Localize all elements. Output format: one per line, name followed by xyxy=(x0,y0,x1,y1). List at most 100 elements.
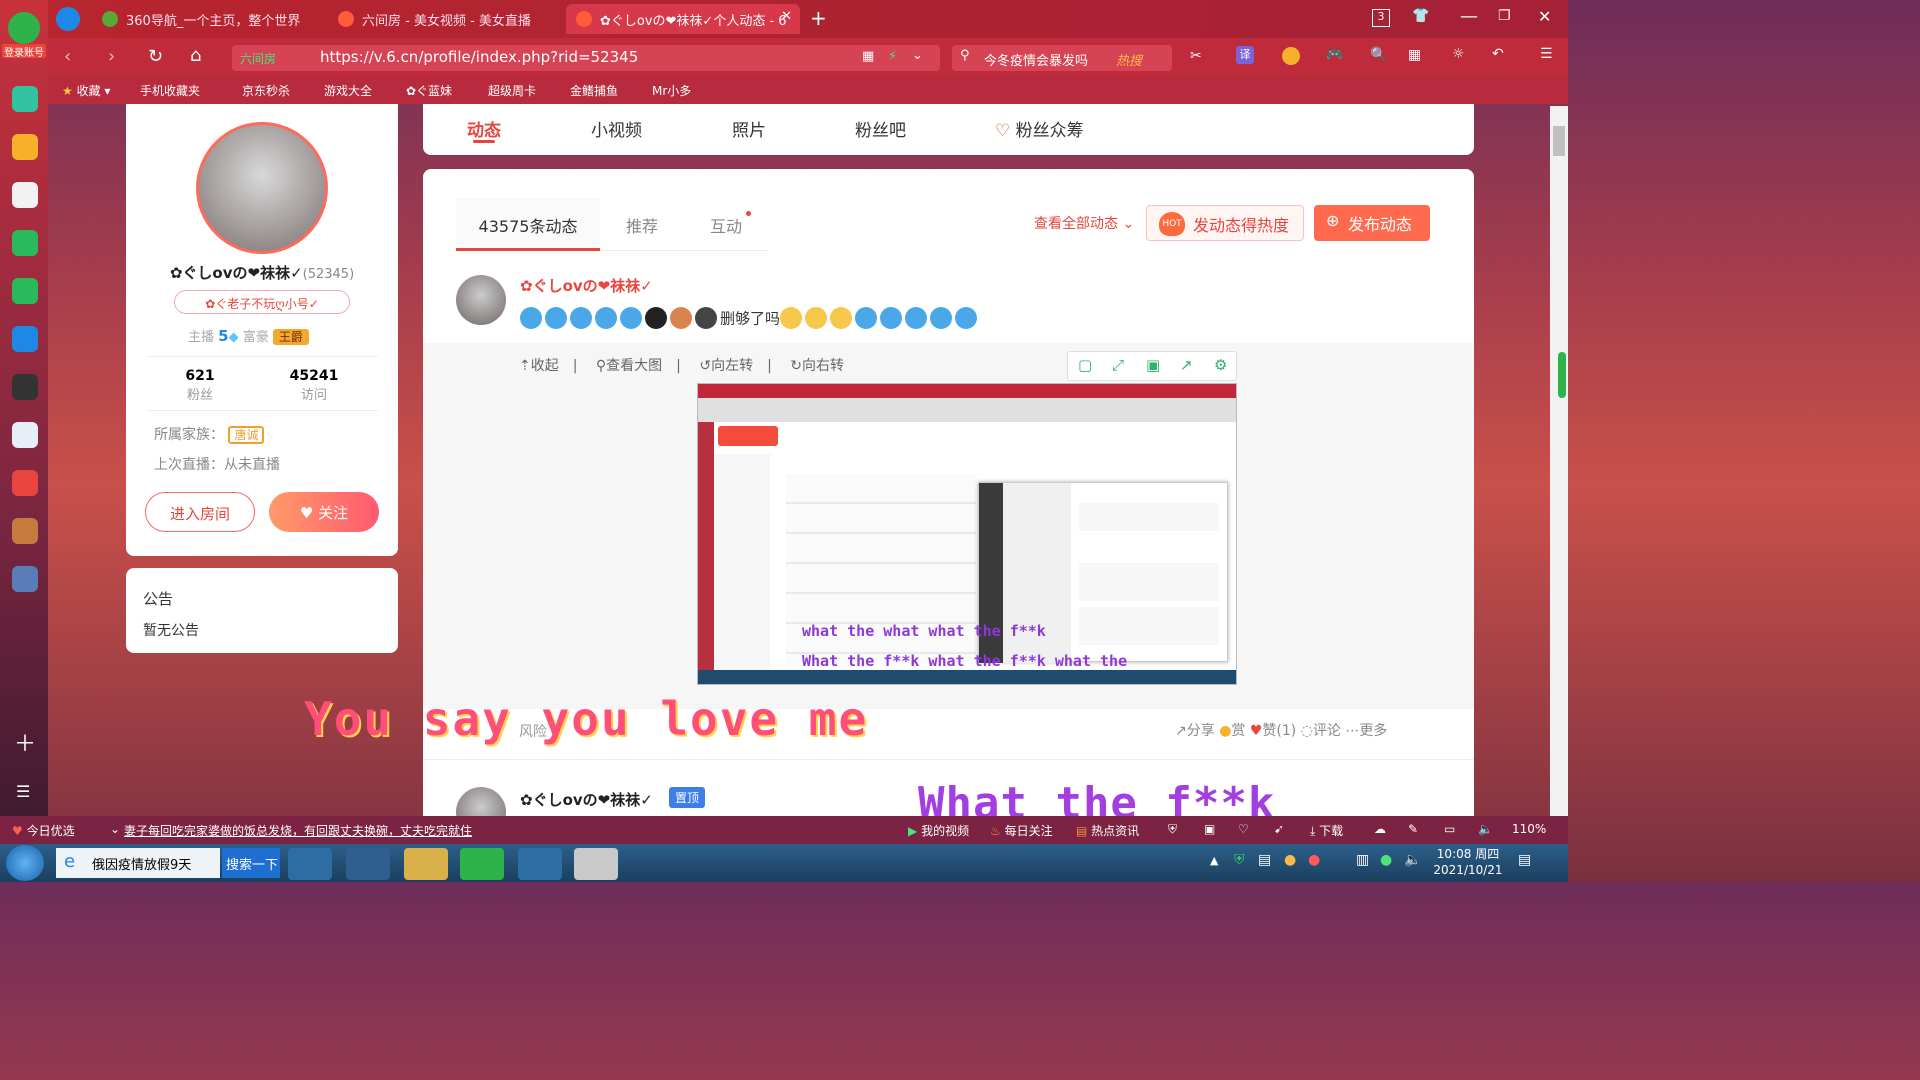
bookmark-item[interactable]: 京东秒杀 xyxy=(242,82,290,99)
tab-6cn-home[interactable]: 六间房 - 美女视频 - 美女直播 xyxy=(328,4,562,34)
search-tool-icon[interactable]: 🔍 xyxy=(1370,47,1387,63)
close-tab-icon[interactable]: ✕ xyxy=(781,9,792,24)
shirt-icon[interactable]: 👕 xyxy=(1412,8,1429,24)
image-icon[interactable]: ▣ xyxy=(1204,822,1215,836)
refresh-button[interactable]: ↻ xyxy=(148,46,163,67)
coin-icon[interactable] xyxy=(1282,47,1300,65)
search-once-button[interactable]: 搜索一下 xyxy=(222,848,280,878)
bookmark-item[interactable]: 手机收藏夹 xyxy=(140,82,200,99)
lightning-icon[interactable]: ⚡ xyxy=(888,49,897,64)
bookmark-item[interactable]: Mr小多 xyxy=(652,82,691,99)
cloud-icon[interactable]: ☁ xyxy=(1374,822,1386,836)
xiaoerjia-icon[interactable] xyxy=(12,470,38,496)
login-button[interactable]: 登录账号 xyxy=(2,44,46,59)
news-ticker[interactable]: 妻子每回吃完家婆做的饭总发烧，有回跟丈夫换碗，丈夫吃完就住 xyxy=(124,822,472,839)
tab-dynamics[interactable]: 动态 xyxy=(467,116,501,141)
security-tray-icon[interactable]: ⛨ xyxy=(1234,852,1245,868)
side-float-handle[interactable] xyxy=(1558,352,1566,398)
weibo-icon[interactable] xyxy=(12,182,38,208)
view-large-button[interactable]: ⚲查看大图 xyxy=(596,358,662,374)
family-badge[interactable]: 唐诚 xyxy=(228,426,265,444)
cut-icon[interactable]: ✂ xyxy=(1190,48,1202,64)
gamepad-icon[interactable]: 🎮 xyxy=(1326,47,1343,63)
scrollbar-thumb[interactable] xyxy=(1553,126,1565,156)
tab-short-videos[interactable]: 小视频 xyxy=(591,116,642,141)
today-picks[interactable]: ♥ 今日优选 xyxy=(12,822,75,839)
start-button[interactable] xyxy=(6,845,44,881)
chevron-down-icon[interactable]: ⌄ xyxy=(912,48,923,63)
rotate-left-button[interactable]: ↺向左转 xyxy=(699,358,753,374)
post-author[interactable]: ✿ぐしovの❤祙祙✓ xyxy=(520,275,653,296)
plus-icon[interactable] xyxy=(12,86,38,112)
news-chevron-icon[interactable]: ⌄ xyxy=(110,822,120,836)
collapse-button[interactable]: ⇡收起 xyxy=(519,358,559,374)
avatar[interactable] xyxy=(196,122,328,254)
health-icon[interactable]: ♡ xyxy=(1238,822,1249,836)
undo-icon[interactable]: ↶ xyxy=(1492,46,1504,62)
post-avatar[interactable] xyxy=(456,787,506,816)
360-logo-icon[interactable] xyxy=(8,12,40,44)
star-icon[interactable] xyxy=(12,134,38,160)
mail-icon[interactable] xyxy=(12,230,38,256)
zoom-level[interactable]: 110% xyxy=(1512,822,1546,836)
minimize-button[interactable]: — xyxy=(1460,6,1478,27)
rotate-right-button[interactable]: ↻向右转 xyxy=(790,358,844,374)
qq2-tray-icon[interactable]: ● xyxy=(1308,852,1320,868)
fans-stat[interactable]: 621 粉丝 xyxy=(170,368,230,403)
news-icon[interactable] xyxy=(12,374,38,400)
tab-all-posts[interactable]: 43575条动态 xyxy=(456,197,600,251)
comment-action[interactable]: ◌评论 xyxy=(1301,723,1341,739)
search-input[interactable]: ⚲ 今冬疫情会暴发吗 热搜 xyxy=(952,45,1172,71)
tab-fan-bar[interactable]: 粉丝吧 xyxy=(855,116,906,141)
post-avatar[interactable] xyxy=(456,275,506,325)
grid-icon[interactable]: ▦ xyxy=(862,49,874,64)
volume-tray-icon[interactable]: 🔈 xyxy=(1404,852,1421,868)
ie-search-box[interactable]: e 俄因疫情放假9天 xyxy=(56,848,220,878)
bookmark-item[interactable]: 游戏大全 xyxy=(324,82,372,99)
url-text[interactable]: https://v.6.cn/profile/index.php?rid=523… xyxy=(320,48,638,66)
embedded-screenshot[interactable]: what the what what the f**k What the f**… xyxy=(697,383,1237,685)
view-all-dropdown[interactable]: 查看全部动态 ⌄ xyxy=(1034,213,1134,233)
add-icon[interactable]: ＋ xyxy=(14,726,36,758)
crop-icon[interactable]: ▢ xyxy=(1078,356,1092,374)
notification-icon[interactable]: ▤ xyxy=(1518,852,1531,868)
post-author[interactable]: ✿ぐしovの❤祙祙✓ xyxy=(520,789,653,810)
tab-360-nav[interactable]: 360导航_一个主页，整个世界 xyxy=(92,4,326,34)
url-bar[interactable]: 六间房 https://v.6.cn/profile/index.php?rid… xyxy=(232,45,940,71)
menu-icon[interactable]: ☰ xyxy=(16,782,30,801)
tab-profile[interactable]: ✿ぐしovの❤祙祙✓个人动态 - 6 ✕ xyxy=(566,4,800,34)
my-video-link[interactable]: ▶ 我的视频 xyxy=(908,822,969,839)
tray-expand-icon[interactable]: ▲ xyxy=(1210,854,1218,867)
more-action[interactable]: ⋯更多 xyxy=(1345,723,1387,739)
tab-crowdfunding[interactable]: ♡ 粉丝众筹 xyxy=(995,116,1084,141)
volume-icon[interactable]: 🔈 xyxy=(1478,822,1493,836)
apps-icon[interactable]: ▦ xyxy=(1408,47,1421,63)
brightness-icon[interactable]: ☼ xyxy=(1452,46,1465,62)
bookmark-item[interactable]: 金鳍捕鱼 xyxy=(570,82,618,99)
tools-icon[interactable]: ✎ xyxy=(1408,822,1418,836)
translate-button[interactable]: 译 xyxy=(1236,46,1254,64)
download-link[interactable]: ⤓ 下载 xyxy=(1310,822,1343,839)
shield-icon[interactable]: ⛨ xyxy=(1168,822,1177,837)
game2-icon[interactable] xyxy=(12,566,38,592)
daily-link[interactable]: ♨ 每日关注 xyxy=(990,822,1053,839)
window-icon[interactable]: ▭ xyxy=(1444,822,1455,836)
page-scrollbar[interactable] xyxy=(1550,106,1568,816)
cloud-icon[interactable] xyxy=(12,278,38,304)
enter-room-button[interactable]: 进入房间 xyxy=(145,492,255,532)
publish-button[interactable]: ⊕ 发布动态 xyxy=(1314,205,1430,241)
save-icon[interactable]: ▣ xyxy=(1146,356,1160,374)
home-button[interactable]: ⌂ xyxy=(190,45,201,66)
forward-button[interactable]: › xyxy=(108,46,115,67)
doc-icon[interactable] xyxy=(12,422,38,448)
clock[interactable]: 10:08 周四 2021/10/21 xyxy=(1430,846,1506,878)
bookmark-item[interactable]: 超级周卡 xyxy=(488,82,536,99)
tab-interact[interactable]: 互动 xyxy=(710,213,742,237)
back-button[interactable]: ‹ xyxy=(64,46,71,67)
folder-icon[interactable] xyxy=(404,848,448,880)
more-menu-icon[interactable]: ☰ xyxy=(1540,46,1553,62)
share-icon[interactable]: ↗ xyxy=(1180,356,1193,374)
clipboard-tray-icon[interactable]: ▤ xyxy=(1258,852,1271,868)
hot-post-button[interactable]: HOT 发动态得热度 xyxy=(1146,205,1304,241)
tip-action[interactable]: ●赏 xyxy=(1219,723,1245,739)
